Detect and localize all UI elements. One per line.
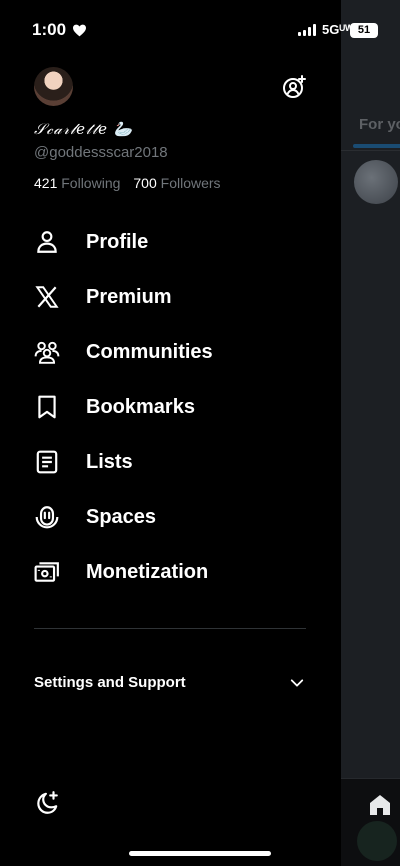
menu-item-premium[interactable]: Premium [34, 277, 172, 317]
menu-label: Profile [86, 230, 149, 253]
bookmark-icon [38, 395, 56, 419]
status-time: 1:00 [32, 20, 87, 40]
tab-underline [353, 144, 400, 148]
heart-icon [73, 24, 87, 36]
spaces-icon [35, 506, 59, 529]
compose-button [357, 821, 397, 861]
home-indicator[interactable] [129, 851, 271, 856]
menu-item-monetization[interactable]: Monetization [34, 552, 208, 592]
divider [341, 150, 400, 151]
following-count: 421 [34, 175, 58, 191]
status-bar: 1:00 5Gᵁᵂ 51 [0, 0, 400, 60]
followers-count: 700 [133, 175, 157, 191]
person-icon [37, 231, 57, 253]
following-label: Following [61, 175, 121, 191]
followers-link[interactable]: 700 Followers [133, 175, 220, 191]
menu-item-profile[interactable]: Profile [34, 222, 148, 262]
settings-label: Settings and Support [34, 674, 186, 691]
username-handle: @goddessscar2018 [34, 144, 168, 161]
menu-label: Monetization [86, 560, 209, 583]
tab-for-you: For yo [359, 116, 400, 133]
menu-label: Bookmarks [86, 395, 195, 418]
communities-icon [34, 341, 60, 364]
moon-sparkle-icon[interactable] [34, 790, 60, 816]
divider [34, 628, 306, 629]
navigation-drawer: 1:00 5Gᵁᵂ 51 𝒮𝒸𝒶𝓇𝓁𝑒𝓉𝓉𝑒 🦢 @goddessscar201… [0, 0, 378, 866]
chevron-down-icon [290, 679, 304, 687]
post-avatar [354, 160, 398, 204]
menu-label: Spaces [86, 505, 157, 528]
following-link[interactable]: 421 Following [34, 175, 120, 191]
battery-icon: 51 [350, 23, 378, 38]
menu-label: Communities [86, 340, 213, 363]
followers-label: Followers [160, 175, 221, 191]
network-type: 5Gᵁᵂ [322, 22, 354, 37]
display-name[interactable]: 𝒮𝒸𝒶𝓇𝓁𝑒𝓉𝓉𝑒 🦢 [34, 120, 134, 138]
menu-item-bookmarks[interactable]: Bookmarks [34, 387, 195, 427]
timeline-peek[interactable]: For yo [341, 0, 400, 866]
menu-label: Lists [86, 450, 133, 473]
follow-stats: 421 Following 700 Followers [34, 175, 221, 191]
add-account-icon[interactable] [282, 75, 306, 99]
x-logo-icon [35, 286, 59, 308]
list-icon [36, 450, 58, 474]
bottom-nav-bar [341, 778, 400, 866]
avatar[interactable] [34, 67, 73, 106]
money-icon [34, 562, 59, 582]
settings-and-support-toggle[interactable]: Settings and Support [34, 672, 306, 694]
time-label: 1:00 [32, 20, 67, 39]
cellular-signal-icon [298, 24, 316, 36]
menu-item-lists[interactable]: Lists [34, 442, 133, 482]
menu-label: Premium [86, 285, 172, 308]
menu-item-spaces[interactable]: Spaces [34, 497, 156, 537]
menu-item-communities[interactable]: Communities [34, 332, 213, 372]
home-icon [370, 795, 390, 815]
